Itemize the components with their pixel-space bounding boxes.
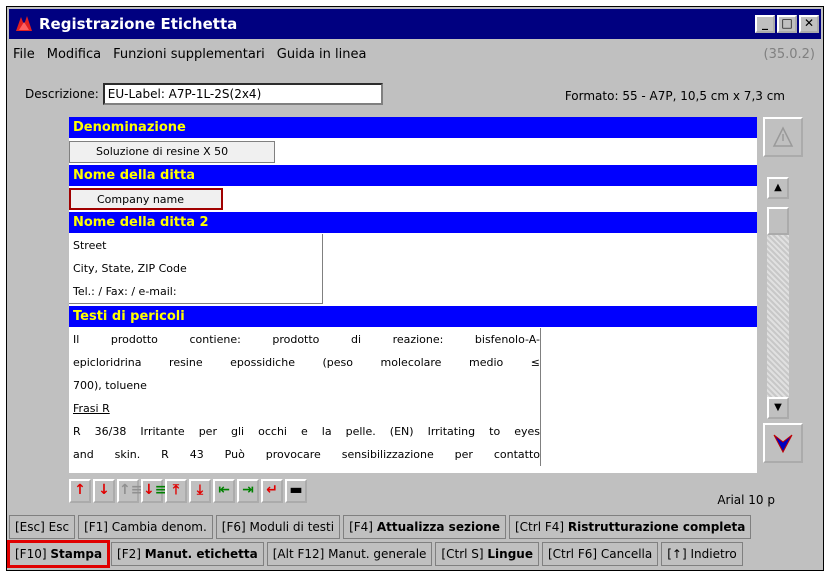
- warning-icon: [772, 126, 794, 147]
- app-logo-icon: [13, 13, 35, 35]
- key-f6[interactable]: [F6] Moduli di testi: [215, 515, 341, 539]
- menu-file[interactable]: File: [9, 47, 43, 62]
- menu-funzioni[interactable]: Funzioni supplementari: [109, 47, 273, 62]
- close-button[interactable]: ✕: [799, 15, 819, 33]
- key-f2[interactable]: [F2] Manut. etichetta: [111, 542, 264, 566]
- nav-up-button[interactable]: [763, 117, 803, 157]
- scrollbar-thumb[interactable]: [767, 207, 789, 235]
- key-f4[interactable]: [F4] Attualizza sezione: [343, 515, 506, 539]
- section-header-denominazione[interactable]: Denominazione: [69, 117, 757, 138]
- move-bottom-button[interactable]: ⤓: [189, 479, 211, 503]
- indent-button[interactable]: ⇤: [213, 479, 235, 503]
- hazard-line: Il prodotto contiene: prodotto di reazio…: [73, 333, 540, 346]
- minimize-button[interactable]: _: [755, 15, 775, 33]
- app-window: Registrazione Etichetta _ □ ✕ File Modif…: [6, 6, 824, 571]
- right-navigation: ▲ ▼: [763, 117, 803, 471]
- key-ctrl-f4[interactable]: [Ctrl F4] Ristrutturazione completa: [509, 515, 752, 539]
- hazard-line: 700), toluene: [73, 379, 147, 392]
- address-line: Tel.: / Fax: / e-mail:: [73, 285, 177, 298]
- move-down-button[interactable]: ↓: [93, 479, 115, 503]
- format-label: Formato: 55 - A7P, 10,5 cm x 7,3 cm: [564, 89, 785, 103]
- section-header-ditta[interactable]: Nome della ditta: [69, 165, 757, 186]
- function-keys-row-1: [Esc] Esc [F1] Cambia denom. [F6] Moduli…: [9, 515, 752, 539]
- key-back[interactable]: [↑] Indietro: [661, 542, 743, 566]
- company-name-field[interactable]: Company name: [69, 188, 223, 210]
- denominazione-field[interactable]: Soluzione di resine X 50: [69, 141, 275, 163]
- edit-toolbar: ↑ ↓ ↑≡ ↓≡ ⤒ ⤓ ⇤ ⇥ ↵ ▬: [69, 479, 307, 503]
- move-top-button[interactable]: ⤒: [165, 479, 187, 503]
- font-size-label: Arial 10 p: [717, 493, 775, 507]
- title-bar[interactable]: Registrazione Etichetta _ □ ✕: [9, 9, 821, 39]
- key-ctrl-f6[interactable]: [Ctrl F6] Cancella: [541, 542, 659, 566]
- scroll-down-button[interactable]: ▼: [767, 397, 789, 419]
- key-f1[interactable]: [F1] Cambia denom.: [78, 515, 213, 539]
- key-ctrl-s[interactable]: [Ctrl S] Lingue: [435, 542, 539, 566]
- address-line: City, State, ZIP Code: [73, 262, 187, 275]
- scrollbar-track[interactable]: [767, 207, 789, 397]
- section-header-ditta2[interactable]: Nome della ditta 2: [69, 212, 757, 233]
- hazard-line-frasi-r: Frasi R: [73, 402, 110, 415]
- insert-line-disabled-button[interactable]: ↑≡: [117, 479, 142, 503]
- hazard-line: and skin. R 43 Può provocare sensibilizz…: [73, 448, 540, 461]
- menu-guida[interactable]: Guida in linea: [273, 47, 375, 62]
- print-preview-button[interactable]: ▬: [285, 479, 307, 503]
- hazard-text-block[interactable]: Il prodotto contiene: prodotto di reazio…: [69, 328, 541, 466]
- return-button[interactable]: ↵: [261, 479, 283, 503]
- key-esc[interactable]: [Esc] Esc: [9, 515, 76, 539]
- key-alt-f12[interactable]: [Alt F12] Manut. generale: [266, 542, 433, 566]
- maximize-button[interactable]: □: [777, 15, 797, 33]
- window-title: Registrazione Etichetta: [39, 15, 238, 33]
- insert-line-below-button[interactable]: ↓≡: [141, 479, 166, 503]
- section-header-pericoli[interactable]: Testi di pericoli: [69, 306, 757, 327]
- hazard-line: R 36/38 Irritante per gli occhi e la pel…: [73, 425, 540, 438]
- menu-modifica[interactable]: Modifica: [43, 47, 109, 62]
- hazard-line: epicloridrina resine epossidiche (peso m…: [73, 356, 540, 369]
- version-label: (35.0.2): [763, 46, 816, 62]
- description-row: Descrizione: EU-Label: A7P-1L-2S(2x4): [25, 83, 383, 105]
- address-block[interactable]: Street City, State, ZIP Code Tel.: / Fax…: [69, 234, 323, 304]
- address-line: Street: [73, 239, 107, 252]
- menu-bar: File Modifica Funzioni supplementari Gui…: [9, 41, 821, 67]
- label-content-area: Denominazione Soluzione di resine X 50 N…: [69, 117, 757, 473]
- function-keys-row-2: [F10] Stampa [F2] Manut. etichetta [Alt …: [6, 540, 743, 568]
- outdent-button[interactable]: ⇥: [237, 479, 259, 503]
- down-arrow-icon: [773, 434, 793, 454]
- key-f10-print[interactable]: [F10] Stampa: [6, 540, 111, 568]
- nav-down-button[interactable]: [763, 423, 803, 463]
- scroll-up-button[interactable]: ▲: [767, 177, 789, 199]
- description-label: Descrizione:: [25, 87, 99, 101]
- description-input[interactable]: EU-Label: A7P-1L-2S(2x4): [102, 83, 383, 105]
- move-up-button[interactable]: ↑: [69, 479, 91, 503]
